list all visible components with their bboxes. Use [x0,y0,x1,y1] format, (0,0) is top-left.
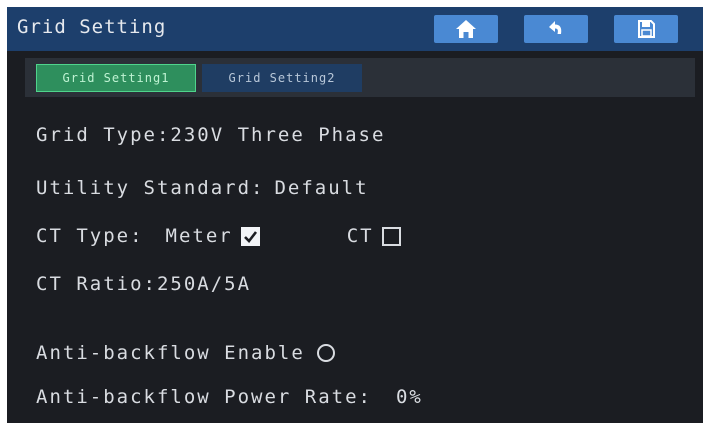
home-icon [455,19,477,39]
save-button[interactable] [614,15,678,43]
home-button[interactable] [434,15,498,43]
grid-type-label: Grid Type: [36,124,171,146]
ct-ratio-row: CT Ratio: 250A/5A [36,273,251,295]
ct-ratio-label: CT Ratio: [36,273,157,295]
ct-checkbox[interactable] [381,226,401,246]
meter-checkbox[interactable] [240,226,260,246]
anti-backflow-enable-row: Anti-backflow Enable [36,342,335,364]
tab-bar: Grid Setting1 Grid Setting2 [25,58,695,97]
tab-grid-setting-2[interactable]: Grid Setting2 [202,64,362,92]
tab-grid-setting-1[interactable]: Grid Setting1 [36,64,196,92]
anti-backflow-power-rate-value[interactable]: 0% [396,386,423,408]
utility-standard-label: Utility Standard: [36,177,265,199]
utility-standard-value[interactable]: Default [274,177,368,199]
anti-backflow-power-rate-label: Anti-backflow Power Rate: [36,386,372,408]
anti-backflow-enable-label: Anti-backflow Enable [36,342,305,364]
utility-standard-row: Utility Standard: Default [36,177,369,199]
ct-ratio-value[interactable]: 250A/5A [157,273,251,295]
ct-type-label: CT Type: [36,225,144,247]
grid-type-row: Grid Type: 230V Three Phase [36,124,385,146]
anti-backflow-enable-toggle[interactable] [316,344,335,362]
anti-backflow-power-rate-row: Anti-backflow Power Rate: 0% [36,386,423,408]
meter-option-label: Meter [165,225,233,247]
back-button[interactable] [524,15,588,43]
ct-option-label: CT [346,225,374,247]
save-icon [636,19,656,39]
back-arrow-icon [546,19,566,39]
ct-type-row: CT Type: Meter CT [36,225,401,247]
screen: Grid Setting Grid Setting1 Grid Setting2… [7,7,703,423]
header-bar: Grid Setting [7,7,703,51]
grid-type-value[interactable]: 230V Three Phase [170,124,385,146]
page-title: Grid Setting [17,16,167,38]
